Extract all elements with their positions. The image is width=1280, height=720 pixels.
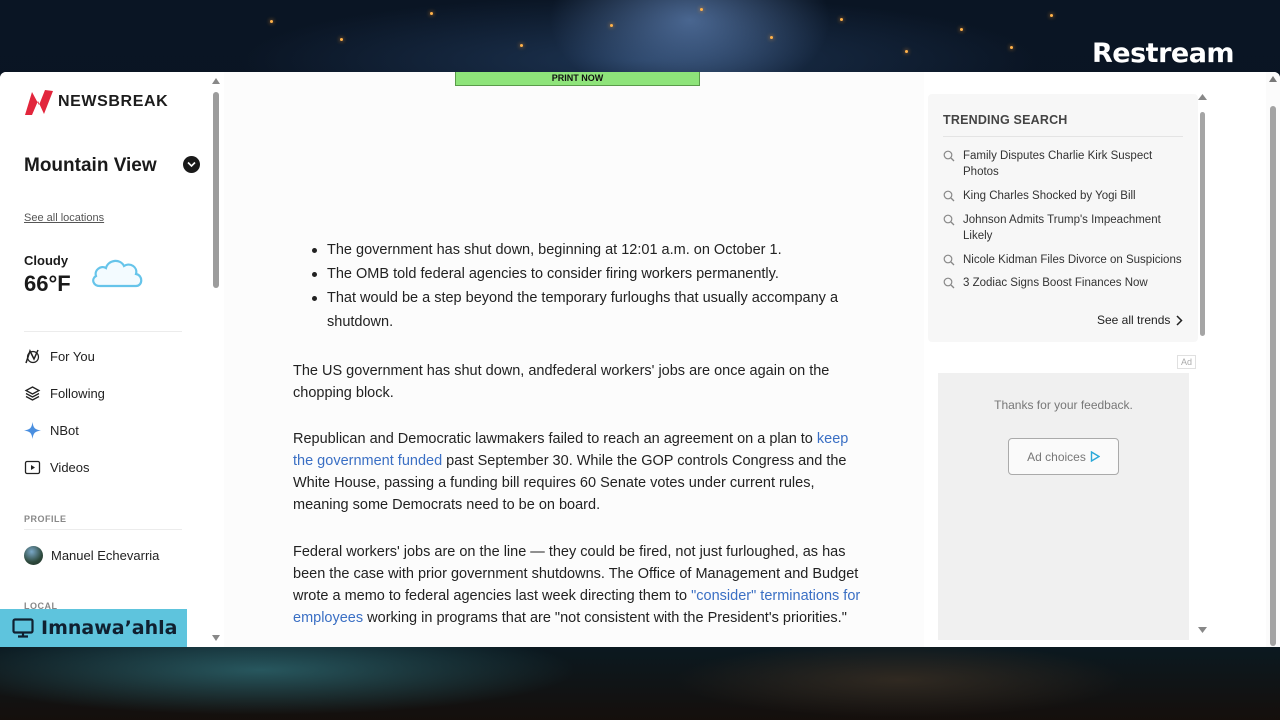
sparkle-icon bbox=[24, 422, 41, 439]
list-item: That would be a step beyond the temporar… bbox=[307, 286, 867, 334]
ad-feedback-message: Thanks for your feedback. bbox=[994, 398, 1133, 412]
page-scroll-thumb[interactable] bbox=[1270, 106, 1276, 646]
layers-icon bbox=[24, 385, 41, 402]
page-scrollbar[interactable] bbox=[1266, 72, 1280, 647]
logo-text: NEWSBREAK bbox=[58, 93, 169, 110]
key-points-list: The government has shut down, beginning … bbox=[307, 238, 867, 334]
browser-window: NEWSBREAK Mountain View See all location… bbox=[0, 72, 1280, 647]
cloud-icon bbox=[92, 259, 143, 288]
sidebar: NEWSBREAK Mountain View See all location… bbox=[0, 72, 224, 647]
search-icon bbox=[943, 150, 955, 162]
article-paragraph: The US government has shut down, andfede… bbox=[293, 363, 830, 401]
right-rail: TRENDING SEARCH Family Disputes Charlie … bbox=[924, 72, 1268, 647]
trending-item-label: King Charles Shocked by Yogi Bill bbox=[963, 190, 1136, 202]
search-icon bbox=[943, 214, 955, 226]
trending-title: TRENDING SEARCH bbox=[943, 113, 1068, 127]
see-all-locations-link[interactable]: See all locations bbox=[24, 212, 104, 224]
sidebar-scroll-thumb[interactable] bbox=[213, 92, 219, 288]
trending-search-card: TRENDING SEARCH Family Disputes Charlie … bbox=[928, 94, 1198, 342]
print-now-banner[interactable]: PRINT NOW bbox=[455, 72, 700, 86]
search-icon bbox=[943, 190, 955, 202]
trending-item[interactable]: Nicole Kidman Files Divorce on Suspicion… bbox=[943, 252, 1188, 268]
right-rail-scrollbar[interactable] bbox=[1198, 94, 1208, 639]
scroll-down-arrow-icon[interactable] bbox=[212, 635, 220, 641]
chevron-down-icon[interactable] bbox=[183, 156, 200, 173]
profile-section-label: PROFILE bbox=[24, 514, 67, 524]
profile-link[interactable]: Manuel Echevarria bbox=[24, 546, 159, 565]
video-icon bbox=[24, 459, 41, 476]
see-all-trends-label: See all trends bbox=[1097, 313, 1171, 327]
article-paragraph: Republican and Democratic lawmakers fail… bbox=[293, 428, 868, 516]
paragraph-text: Republican and Democratic lawmakers fail… bbox=[293, 431, 817, 447]
adchoices-icon bbox=[1090, 451, 1100, 462]
paragraph-text: working in programs that are "not consis… bbox=[363, 610, 847, 626]
location-title: Mountain View bbox=[24, 155, 157, 176]
article-paragraph: Federal workers' jobs are on the line — … bbox=[293, 541, 868, 629]
newsbreak-logo[interactable]: NEWSBREAK bbox=[24, 88, 168, 116]
sidebar-divider bbox=[24, 529, 182, 530]
trending-item-label: Family Disputes Charlie Kirk Suspect Pho… bbox=[963, 150, 1153, 178]
chevron-right-icon bbox=[1176, 314, 1183, 326]
presenter-name: Imnawa’ahla bbox=[41, 617, 178, 639]
scroll-up-arrow-icon[interactable] bbox=[212, 78, 220, 84]
ad-label: Ad bbox=[1177, 355, 1197, 369]
sidebar-item-label: Videos bbox=[50, 460, 90, 475]
trending-item[interactable]: Family Disputes Charlie Kirk Suspect Pho… bbox=[943, 148, 1188, 180]
sidebar-item-for-you[interactable]: For You bbox=[24, 348, 95, 365]
profile-name: Manuel Echevarria bbox=[51, 548, 160, 563]
weather-temperature: 66°F bbox=[24, 271, 71, 296]
sidebar-item-following[interactable]: Following bbox=[24, 385, 105, 402]
avatar bbox=[24, 546, 43, 565]
trending-item-label: 3 Zodiac Signs Boost Finances Now bbox=[963, 277, 1148, 289]
for-you-icon bbox=[24, 348, 41, 365]
trending-divider bbox=[943, 136, 1183, 137]
trending-item[interactable]: Johnson Admits Trump's Impeachment Likel… bbox=[943, 212, 1188, 244]
sidebar-item-label: For You bbox=[50, 349, 95, 364]
trending-item-label: Nicole Kidman Files Divorce on Suspicion… bbox=[963, 254, 1182, 266]
sidebar-item-videos[interactable]: Videos bbox=[24, 459, 90, 476]
stream-background-bottom bbox=[0, 640, 1280, 720]
monitor-icon bbox=[12, 618, 34, 638]
presenter-name-tag: Imnawa’ahla bbox=[0, 609, 187, 647]
newsbreak-logo-icon bbox=[25, 90, 53, 115]
see-all-trends-link[interactable]: See all trends bbox=[1097, 313, 1183, 327]
search-icon bbox=[943, 277, 955, 289]
sidebar-item-label: NBot bbox=[50, 423, 79, 438]
ad-choices-label: Ad choices bbox=[1027, 449, 1086, 464]
list-item: The OMB told federal agencies to conside… bbox=[307, 262, 867, 286]
sidebar-item-nbot[interactable]: NBot bbox=[24, 422, 79, 439]
sidebar-item-label: Following bbox=[50, 386, 105, 401]
weather-condition: Cloudy bbox=[24, 253, 69, 268]
trending-item-label: Johnson Admits Trump's Impeachment Likel… bbox=[963, 214, 1161, 242]
ad-choices-button[interactable]: Ad choices bbox=[1008, 438, 1119, 475]
right-rail-scroll-thumb[interactable] bbox=[1200, 112, 1205, 336]
article-content: PRINT NOW The government has shut down, … bbox=[224, 72, 924, 647]
sidebar-scrollbar[interactable] bbox=[211, 78, 221, 642]
restream-logo: Restream bbox=[1092, 38, 1235, 69]
ad-container: Thanks for your feedback. Ad choices bbox=[938, 373, 1189, 640]
scroll-down-arrow-icon[interactable] bbox=[1198, 627, 1207, 633]
list-item: The government has shut down, beginning … bbox=[307, 238, 867, 262]
scroll-up-arrow-icon[interactable] bbox=[1269, 76, 1277, 82]
sidebar-divider bbox=[24, 331, 182, 332]
scroll-up-arrow-icon[interactable] bbox=[1198, 94, 1207, 100]
trending-item[interactable]: King Charles Shocked by Yogi Bill bbox=[943, 188, 1188, 204]
trending-item[interactable]: 3 Zodiac Signs Boost Finances Now bbox=[943, 275, 1188, 291]
search-icon bbox=[943, 254, 955, 266]
